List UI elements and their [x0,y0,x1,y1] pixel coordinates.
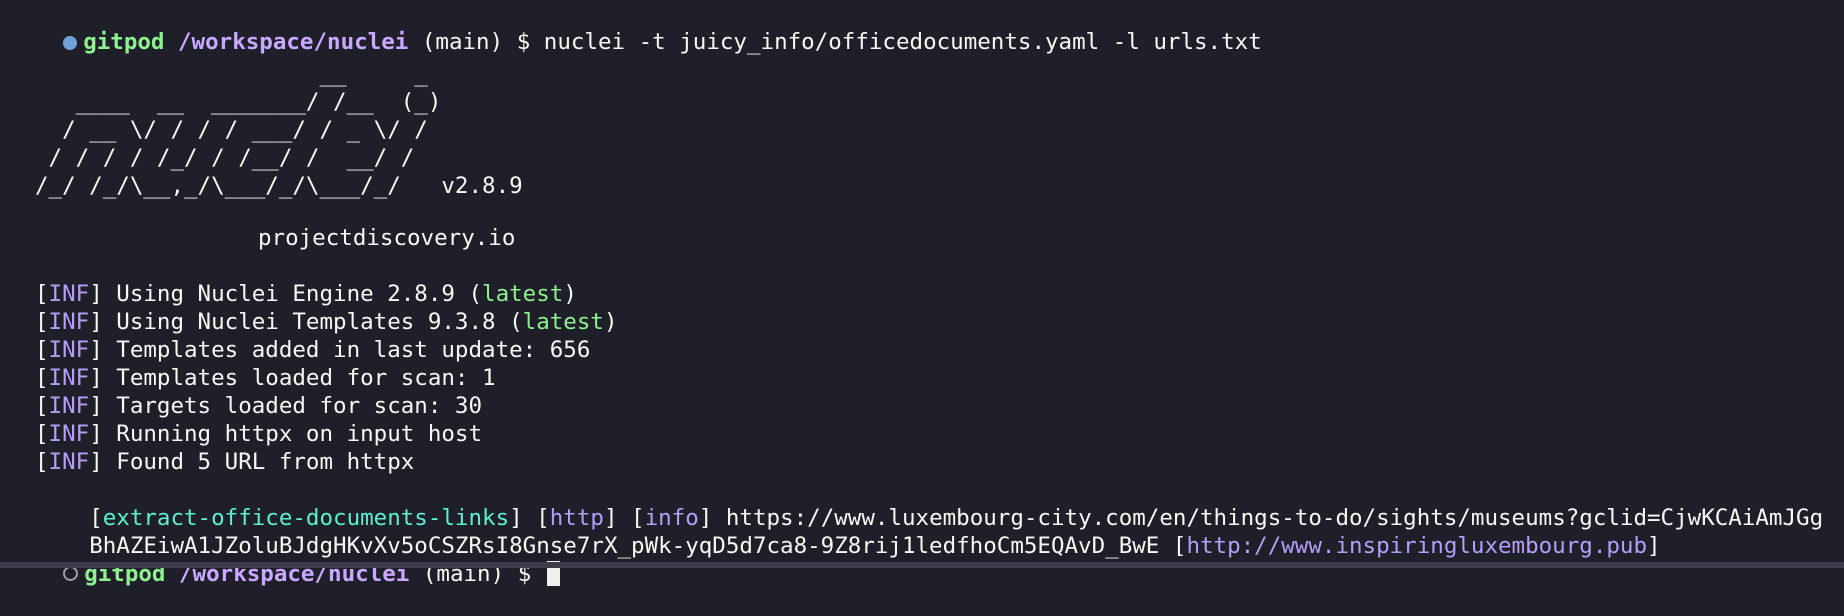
log-message: Templates added in last update: 656 [102,337,591,363]
window-bottom-edge [0,562,1844,568]
log-message: Running httpx on input host [102,421,483,447]
version-status: latest [522,309,604,335]
nuclei-ascii-banner: __ _ ____ __ _______/ /__ (_) / __ \/ / … [35,61,523,199]
terminal-window[interactable]: gitpod /workspace/nuclei (main) $ nuclei… [0,0,1844,587]
log-line: [INF] Running httpx on input host [35,421,483,447]
log-line: [INF] Using Nuclei Engine 2.8.9 (latest) [35,281,577,307]
log-level-tag: INF [48,337,90,363]
result-extracted-link[interactable]: http://www.inspiringluxembourg.pub [1186,533,1647,559]
log-line: [INF] Using Nuclei Templates 9.3.8 (late… [35,309,618,335]
prompt-symbol: $ [516,29,531,55]
prompt-host: gitpod [83,29,165,55]
log-level-tag: INF [48,281,90,307]
log-message-end: ) [563,281,577,307]
version-status: latest [482,281,564,307]
log-level-tag: INF [48,393,90,419]
log-message: Templates loaded for scan: 1 [102,365,496,391]
log-line: [INF] Found 5 URL from httpx [35,449,415,475]
banner-site: projectdiscovery.io [258,225,516,251]
log-level-tag: INF [48,449,90,475]
command-line: gitpod /workspace/nuclei (main) $ nuclei… [0,0,1262,55]
log-line: [INF] Templates loaded for scan: 1 [35,365,496,391]
command-text: nuclei -t juicy_info/officedocuments.yam… [543,29,1262,55]
log-line: [INF] Targets loaded for scan: 30 [35,393,483,419]
log-level-tag: INF [48,365,90,391]
prompt-path: /workspace/nuclei [178,29,409,55]
log-message: Found 5 URL from httpx [102,449,415,475]
prompt-branch: (main) [421,29,504,55]
status-dot-icon [63,36,78,50]
result-line-2: BhAZEiwA1JZoluBJdgHKvXv5oCSZRsI8Gnse7rX_… [89,533,1661,559]
log-message: Using Nuclei Engine 2.8.9 ( [102,281,483,307]
log-level-tag: INF [48,421,90,447]
log-message: Using Nuclei Templates 9.3.8 ( [102,309,523,335]
active-prompt-line[interactable]: gitpod /workspace/nuclei (main) $ [0,532,560,587]
log-message-end: ) [603,309,618,335]
log-message: Targets loaded for scan: 30 [102,393,483,419]
status-ring-icon [63,566,79,581]
result-line-1: [extract-office-documents-links] [http] … [89,505,1824,531]
log-line: [INF] Templates added in last update: 65… [35,337,591,363]
log-level-tag: INF [48,309,90,335]
